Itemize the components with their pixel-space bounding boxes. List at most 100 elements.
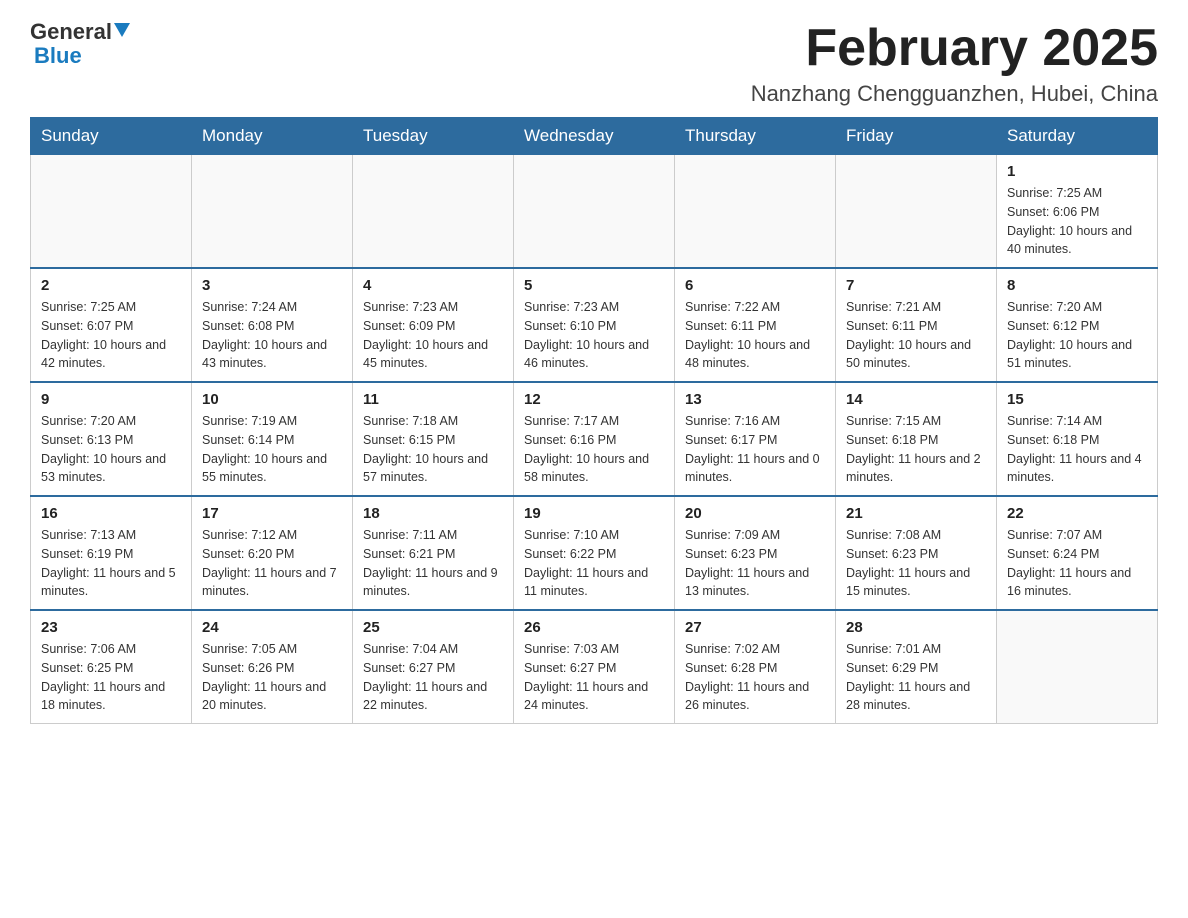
day-number: 13	[685, 391, 825, 408]
day-info: Sunrise: 7:13 AMSunset: 6:19 PMDaylight:…	[41, 526, 181, 601]
calendar-week-row: 1Sunrise: 7:25 AMSunset: 6:06 PMDaylight…	[31, 155, 1158, 269]
day-info: Sunrise: 7:06 AMSunset: 6:25 PMDaylight:…	[41, 640, 181, 715]
table-row: 6 Sunrise: 7:22 AMSunset: 6:11 PMDaylight…	[675, 268, 836, 382]
day-info: Sunrise: 7:24 AMSunset: 6:08 PMDaylight:…	[202, 298, 342, 373]
logo: General Blue	[30, 20, 130, 68]
day-info: Sunrise: 7:15 AMSunset: 6:18 PMDaylight:…	[846, 412, 986, 487]
day-number: 6	[685, 277, 825, 294]
day-info: Sunrise: 7:19 AMSunset: 6:14 PMDaylight:…	[202, 412, 342, 487]
table-row: 26 Sunrise: 7:03 AMSunset: 6:27 PMDayligh…	[514, 610, 675, 724]
table-row: 9 Sunrise: 7:20 AMSunset: 6:13 PMDaylight…	[31, 382, 192, 496]
table-row: 15 Sunrise: 7:14 AMSunset: 6:18 PMDayligh…	[997, 382, 1158, 496]
day-number: 20	[685, 505, 825, 522]
table-row: 28 Sunrise: 7:01 AMSunset: 6:29 PMDayligh…	[836, 610, 997, 724]
day-info: Sunrise: 7:25 AMSunset: 6:06 PMDaylight:…	[1007, 184, 1147, 259]
day-info: Sunrise: 7:14 AMSunset: 6:18 PMDaylight:…	[1007, 412, 1147, 487]
day-info: Sunrise: 7:03 AMSunset: 6:27 PMDaylight:…	[524, 640, 664, 715]
day-number: 22	[1007, 505, 1147, 522]
day-number: 10	[202, 391, 342, 408]
table-row: 1Sunrise: 7:25 AMSunset: 6:06 PMDaylight…	[997, 155, 1158, 269]
day-number: 26	[524, 619, 664, 636]
day-info: Sunrise: 7:09 AMSunset: 6:23 PMDaylight:…	[685, 526, 825, 601]
table-row	[31, 155, 192, 269]
table-row: 23 Sunrise: 7:06 AMSunset: 6:25 PMDayligh…	[31, 610, 192, 724]
table-row	[192, 155, 353, 269]
day-number: 2	[41, 277, 181, 294]
calendar-table: Sunday Monday Tuesday Wednesday Thursday…	[30, 117, 1158, 724]
table-row	[353, 155, 514, 269]
day-number: 28	[846, 619, 986, 636]
table-row: 19 Sunrise: 7:10 AMSunset: 6:22 PMDayligh…	[514, 496, 675, 610]
day-info: Sunrise: 7:05 AMSunset: 6:26 PMDaylight:…	[202, 640, 342, 715]
logo-triangle-icon	[114, 23, 130, 37]
day-number: 23	[41, 619, 181, 636]
table-row: 17Sunrise: 7:12 AMSunset: 6:20 PMDayligh…	[192, 496, 353, 610]
day-info: Sunrise: 7:11 AMSunset: 6:21 PMDaylight:…	[363, 526, 503, 601]
day-number: 27	[685, 619, 825, 636]
col-tuesday: Tuesday	[353, 118, 514, 155]
col-saturday: Saturday	[997, 118, 1158, 155]
day-number: 8	[1007, 277, 1147, 294]
table-row: 25 Sunrise: 7:04 AMSunset: 6:27 PMDayligh…	[353, 610, 514, 724]
table-row: 16 Sunrise: 7:13 AMSunset: 6:19 PMDayligh…	[31, 496, 192, 610]
table-row: 13 Sunrise: 7:16 AMSunset: 6:17 PMDayligh…	[675, 382, 836, 496]
table-row: 8 Sunrise: 7:20 AMSunset: 6:12 PMDaylight…	[997, 268, 1158, 382]
table-row: 10 Sunrise: 7:19 AMSunset: 6:14 PMDayligh…	[192, 382, 353, 496]
logo-part2: Blue	[34, 43, 82, 68]
table-row: 24 Sunrise: 7:05 AMSunset: 6:26 PMDayligh…	[192, 610, 353, 724]
col-sunday: Sunday	[31, 118, 192, 155]
day-info: Sunrise: 7:21 AMSunset: 6:11 PMDaylight:…	[846, 298, 986, 373]
title-area: February 2025 Nanzhang Chengguanzhen, Hu…	[751, 20, 1158, 107]
table-row: 12Sunrise: 7:17 AMSunset: 6:16 PMDayligh…	[514, 382, 675, 496]
calendar-subtitle: Nanzhang Chengguanzhen, Hubei, China	[751, 81, 1158, 107]
day-info: Sunrise: 7:23 AMSunset: 6:10 PMDaylight:…	[524, 298, 664, 373]
table-row: 27 Sunrise: 7:02 AMSunset: 6:28 PMDayligh…	[675, 610, 836, 724]
day-info: Sunrise: 7:25 AMSunset: 6:07 PMDaylight:…	[41, 298, 181, 373]
day-number: 15	[1007, 391, 1147, 408]
table-row: 20 Sunrise: 7:09 AMSunset: 6:23 PMDayligh…	[675, 496, 836, 610]
day-info: Sunrise: 7:20 AMSunset: 6:13 PMDaylight:…	[41, 412, 181, 487]
table-row	[514, 155, 675, 269]
day-number: 18	[363, 505, 503, 522]
day-info: Sunrise: 7:02 AMSunset: 6:28 PMDaylight:…	[685, 640, 825, 715]
day-number: 9	[41, 391, 181, 408]
day-number: 12	[524, 391, 664, 408]
day-info: Sunrise: 7:20 AMSunset: 6:12 PMDaylight:…	[1007, 298, 1147, 373]
day-number: 19	[524, 505, 664, 522]
day-number: 16	[41, 505, 181, 522]
page-header: General Blue February 2025 Nanzhang Chen…	[30, 20, 1158, 107]
day-info: Sunrise: 7:04 AMSunset: 6:27 PMDaylight:…	[363, 640, 503, 715]
table-row: 18 Sunrise: 7:11 AMSunset: 6:21 PMDayligh…	[353, 496, 514, 610]
table-row: 3 Sunrise: 7:24 AMSunset: 6:08 PMDaylight…	[192, 268, 353, 382]
calendar-week-row: 2 Sunrise: 7:25 AMSunset: 6:07 PMDaylight…	[31, 268, 1158, 382]
day-number: 21	[846, 505, 986, 522]
table-row: 5 Sunrise: 7:23 AMSunset: 6:10 PMDaylight…	[514, 268, 675, 382]
table-row	[675, 155, 836, 269]
day-info: Sunrise: 7:12 AMSunset: 6:20 PMDaylight:…	[202, 526, 342, 601]
table-row: 14 Sunrise: 7:15 AMSunset: 6:18 PMDayligh…	[836, 382, 997, 496]
day-info: Sunrise: 7:22 AMSunset: 6:11 PMDaylight:…	[685, 298, 825, 373]
header-row: Sunday Monday Tuesday Wednesday Thursday…	[31, 118, 1158, 155]
table-row	[997, 610, 1158, 724]
day-number: 7	[846, 277, 986, 294]
day-info: Sunrise: 7:16 AMSunset: 6:17 PMDaylight:…	[685, 412, 825, 487]
day-number: 5	[524, 277, 664, 294]
day-info: Sunrise: 7:01 AMSunset: 6:29 PMDaylight:…	[846, 640, 986, 715]
day-number: 4	[363, 277, 503, 294]
day-number: 3	[202, 277, 342, 294]
table-row	[836, 155, 997, 269]
col-monday: Monday	[192, 118, 353, 155]
calendar-title: February 2025	[751, 20, 1158, 77]
day-number: 25	[363, 619, 503, 636]
logo-part1: General	[30, 20, 112, 44]
day-number: 24	[202, 619, 342, 636]
table-row: 7 Sunrise: 7:21 AMSunset: 6:11 PMDaylight…	[836, 268, 997, 382]
day-info: Sunrise: 7:10 AMSunset: 6:22 PMDaylight:…	[524, 526, 664, 601]
day-number: 11	[363, 391, 503, 408]
calendar-week-row: 23 Sunrise: 7:06 AMSunset: 6:25 PMDayligh…	[31, 610, 1158, 724]
table-row: 21Sunrise: 7:08 AMSunset: 6:23 PMDayligh…	[836, 496, 997, 610]
table-row: 22 Sunrise: 7:07 AMSunset: 6:24 PMDayligh…	[997, 496, 1158, 610]
day-info: Sunrise: 7:07 AMSunset: 6:24 PMDaylight:…	[1007, 526, 1147, 601]
day-number: 14	[846, 391, 986, 408]
col-thursday: Thursday	[675, 118, 836, 155]
